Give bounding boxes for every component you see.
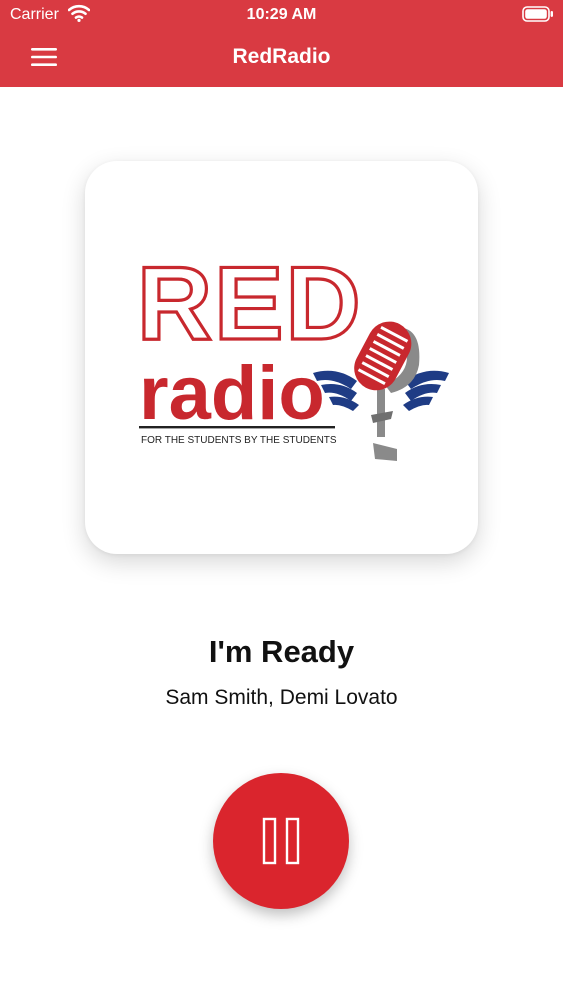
page-title: RedRadio [232, 45, 331, 68]
redradio-logo: RED radio FOR THE STUDENTS BY THE STUDEN… [135, 244, 449, 461]
logo-red-text: RED [137, 246, 363, 362]
battery-icon [522, 6, 553, 22]
track-artist: Sam Smith, Demi Lovato [165, 686, 398, 709]
navigation-bar: RedRadio [0, 30, 563, 87]
hamburger-menu-icon[interactable] [31, 46, 57, 68]
pause-button[interactable] [213, 773, 349, 909]
logo-tagline: FOR THE STUDENTS BY THE STUDENTS [141, 435, 337, 446]
logo-radio-text: radio [139, 351, 325, 436]
app-header: Carrier 10:29 AM RedRadio [0, 0, 563, 87]
screen: Carrier 10:29 AM RedRadio RED radio FOR … [0, 0, 563, 1000]
pause-icon [262, 817, 300, 865]
status-time: 10:29 AM [246, 6, 317, 23]
status-bar: Carrier 10:29 AM [0, 0, 563, 30]
track-title: I'm Ready [208, 634, 355, 669]
album-artwork-card: RED radio FOR THE STUDENTS BY THE STUDEN… [85, 161, 478, 554]
